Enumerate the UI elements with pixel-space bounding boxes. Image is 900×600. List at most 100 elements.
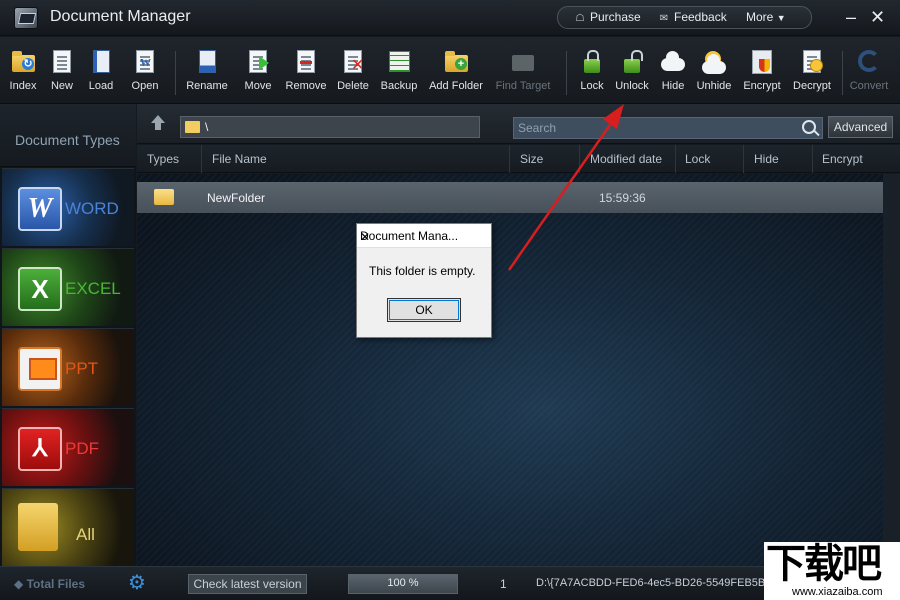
convert-icon (856, 49, 882, 75)
backup-button[interactable]: Backup (379, 49, 419, 92)
add-folder-button[interactable]: + Add Folder (428, 49, 484, 92)
unhide-icon (701, 49, 727, 75)
table-row[interactable]: NewFolder 15:59:36 (137, 182, 883, 213)
encrypt-button[interactable]: Encrypt (742, 49, 782, 92)
close-button[interactable]: ✕ (870, 6, 885, 28)
progress-bar: 100 % (348, 574, 458, 594)
title-bar: Document Manager ☖ Purchase ✉ Feedback Mor… (0, 0, 900, 36)
toolbar: ↻ Index New Load W Open Rename Move Remo… (0, 37, 900, 104)
column-divider (743, 145, 744, 173)
advanced-search-button[interactable]: Advanced (828, 116, 893, 138)
find-target-icon (510, 49, 536, 75)
folder-icon (185, 121, 200, 133)
progress-text: 100 % (387, 577, 419, 589)
column-divider (812, 145, 813, 173)
file-count: 1 (500, 577, 507, 591)
column-header-size[interactable]: Size (520, 152, 543, 166)
rename-icon (194, 49, 220, 75)
pdf-icon: ⅄ (18, 427, 62, 471)
sidebar-item-all[interactable]: All (2, 488, 134, 566)
open-icon: W (132, 49, 158, 75)
ppt-icon (18, 347, 62, 391)
remove-icon (293, 49, 319, 75)
column-header-file-name[interactable]: File Name (212, 152, 267, 166)
watermark-logo: 下载吧 (766, 541, 882, 587)
find-target-button[interactable]: Find Target (493, 49, 553, 92)
sidebar-item-pdf[interactable]: ⅄ PDF (2, 408, 134, 486)
new-button[interactable]: New (46, 49, 78, 92)
toolbar-separator (566, 51, 567, 95)
add-folder-icon: + (443, 49, 469, 75)
toolbar-separator (842, 51, 843, 95)
column-header-lock[interactable]: Lock (685, 152, 710, 166)
column-header-encrypt[interactable]: Encrypt (822, 152, 863, 166)
file-list-header: Types File Name Size Modified date Lock … (137, 145, 900, 173)
vertical-scrollbar[interactable] (883, 174, 900, 566)
file-name-cell: NewFolder (207, 191, 266, 205)
sidebar-heading: Document Types (0, 104, 136, 167)
column-divider (675, 145, 676, 173)
lock-button[interactable]: Lock (577, 49, 607, 92)
sidebar-item-excel[interactable]: X EXCEL (2, 248, 134, 326)
load-button[interactable]: Load (85, 49, 117, 92)
site-watermark: 下载吧 www.xiazaiba.com (764, 542, 900, 600)
dialog-message: This folder is empty. (369, 264, 476, 278)
delete-icon: ✕ (340, 49, 366, 75)
delete-button[interactable]: ✕ Delete (336, 49, 370, 92)
unhide-button[interactable]: Unhide (695, 49, 733, 92)
backup-icon (386, 49, 412, 75)
gear-icon[interactable]: ⚙ (128, 573, 146, 593)
minimize-button[interactable]: – (846, 6, 856, 28)
word-icon: W (18, 187, 62, 231)
search-input[interactable]: Search (513, 117, 823, 139)
files-icon: ◆ (14, 577, 24, 591)
column-header-hide[interactable]: Hide (754, 152, 779, 166)
unlock-icon (619, 49, 645, 75)
load-icon (88, 49, 114, 75)
title-links-group: ☖ Purchase ✉ Feedback More ▼ (557, 6, 812, 29)
open-button[interactable]: W Open (128, 49, 162, 92)
column-header-modified-date[interactable]: Modified date (590, 152, 662, 166)
column-divider (579, 145, 580, 173)
rename-button[interactable]: Rename (184, 49, 230, 92)
hide-button[interactable]: Hide (658, 49, 688, 92)
dialog-close-icon[interactable]: ✕ (360, 229, 370, 245)
convert-button[interactable]: Convert (848, 49, 890, 92)
toolbar-separator (175, 51, 176, 95)
sidebar-item-word[interactable]: W WORD (2, 168, 134, 246)
watermark-url: www.xiazaiba.com (792, 586, 883, 598)
decrypt-icon (799, 49, 825, 75)
hide-icon (660, 49, 686, 75)
unlock-button[interactable]: Unlock (614, 49, 650, 92)
message-dialog: Document Mana... ✕ This folder is empty.… (356, 223, 492, 338)
folder-icon (154, 189, 174, 205)
folder-search-icon: ↻ (10, 49, 36, 75)
path-field[interactable]: \ (180, 116, 480, 138)
total-files-label: ◆ Total Files (14, 577, 86, 591)
sidebar-item-ppt[interactable]: PPT (2, 328, 134, 406)
column-header-types[interactable]: Types (147, 152, 179, 166)
all-files-icon (18, 503, 58, 551)
document-types-sidebar: Document Types W WORD X EXCEL PPT ⅄ PDF … (0, 104, 136, 566)
decrypt-button[interactable]: Decrypt (791, 49, 833, 92)
search-icon[interactable] (802, 120, 816, 134)
app-title: Document Manager (50, 8, 191, 25)
move-button[interactable]: Move (241, 49, 275, 92)
purchase-link[interactable]: ☖ Purchase (574, 10, 641, 24)
cart-icon: ☖ (575, 13, 585, 24)
new-document-icon (49, 49, 75, 75)
up-arrow-icon[interactable] (150, 115, 166, 131)
ok-button[interactable]: OK (387, 298, 461, 322)
feedback-link[interactable]: ✉ Feedback (658, 10, 727, 24)
caret-down-icon: ▼ (776, 13, 786, 23)
remove-button[interactable]: Remove (284, 49, 328, 92)
index-button[interactable]: ↻ Index (7, 49, 39, 92)
encrypt-icon (749, 49, 775, 75)
excel-icon: X (18, 267, 62, 311)
column-divider (509, 145, 510, 173)
more-menu[interactable]: More ▼ (746, 10, 786, 24)
current-path-label: D:\{7A7ACBDD-FED6-4ec5-BD26-5549FEB5BS (536, 577, 764, 589)
check-latest-version-button[interactable]: Check latest version (188, 574, 307, 594)
modified-date-cell: 15:59:36 (599, 191, 646, 205)
file-list: NewFolder 15:59:36 (137, 174, 883, 566)
